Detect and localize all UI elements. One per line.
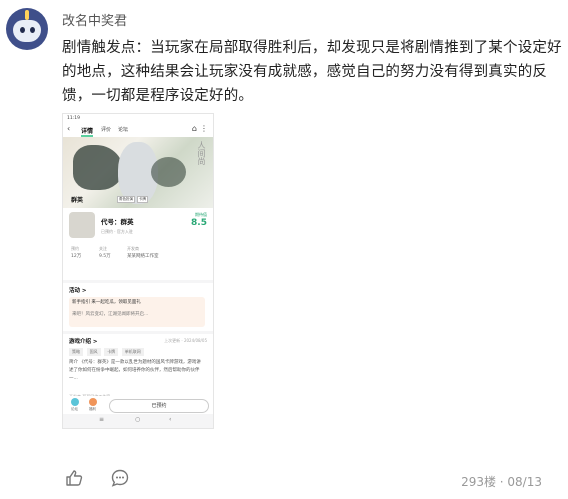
system-nav-bar: ≡ ○ ‹ bbox=[63, 414, 213, 428]
back-icon: ‹ bbox=[169, 416, 172, 423]
comment-bubble-icon[interactable] bbox=[110, 468, 132, 488]
intro-heading: 游戏介绍 > bbox=[69, 339, 98, 345]
intro-tags: 策略 国风 卡牌 单机联网 bbox=[69, 348, 146, 356]
intro-tag: 国风 bbox=[86, 348, 101, 356]
intro-section: 游戏介绍 > 上次更新 · 2024/08/05 策略 国风 卡牌 单机联网 简… bbox=[63, 334, 213, 404]
avatar-antenna bbox=[25, 10, 29, 20]
banner-title: 群英 bbox=[71, 197, 84, 204]
more-icon: ⋮ bbox=[200, 124, 208, 133]
tab-reviews: 评价 bbox=[101, 127, 112, 133]
game-sublabel: 已预约 · 官方入驻 bbox=[101, 229, 133, 234]
intro-tag: 策略 bbox=[69, 348, 83, 356]
phone-status-bar: 11:19 bbox=[63, 114, 213, 123]
banner-tag: 角色扮演 bbox=[117, 196, 135, 203]
tab-forum: 论坛 bbox=[118, 127, 129, 133]
post-body: 剧情触发点：当玩家在局部取得胜利后，却发现只是将剧情推到了某个设定好的地点，这种… bbox=[62, 40, 562, 104]
activity-section: 活动 > 新手指引 来一起吃瓜，领取见面礼 来吧！风云变幻，江湖见闻即将开启..… bbox=[63, 283, 213, 331]
floor-and-date: 293楼 · 08/13 bbox=[461, 475, 542, 489]
avatar-face bbox=[13, 20, 41, 42]
banner-calligraphy: 人间尚 bbox=[197, 141, 206, 165]
home-circle-icon: ○ bbox=[135, 416, 141, 423]
meta-label: 预约 bbox=[71, 246, 79, 251]
avatar-eye-left bbox=[20, 27, 25, 33]
menu-icon: ≡ bbox=[99, 416, 105, 423]
embedded-app-screenshot[interactable]: 11:19 ‹ 详情 评价 论坛 ⌂ ⋮ 人间尚 群英 角色扮演 卡牌 代号：群… bbox=[62, 113, 214, 429]
tab-details: 详情 bbox=[81, 128, 94, 137]
activity-line: 来吧！风云变幻，江湖见闻即将开启... bbox=[72, 312, 149, 317]
phone-bottom-bar: 论坛 福利 已预约 bbox=[63, 396, 213, 414]
gift-label: 福利 bbox=[89, 407, 96, 411]
activity-line: 新手指引 来一起吃瓜，领取见面礼 bbox=[72, 300, 141, 305]
thumbs-up-icon[interactable] bbox=[64, 468, 86, 488]
intro-description: 简介 《代号：群英》是一款以乱世为题材的国风卡牌游戏，游戏讲述了你如何在纷争中崛… bbox=[69, 360, 201, 381]
activity-heading: 活动 > bbox=[69, 288, 87, 294]
meta-value: 9.5万 bbox=[99, 254, 111, 259]
username[interactable]: 改名中奖君 bbox=[62, 10, 127, 29]
forum-label: 论坛 bbox=[71, 407, 78, 411]
game-name: 代号：群英 bbox=[101, 218, 134, 226]
banner-art-figure bbox=[151, 157, 186, 187]
score-value: 8.5 bbox=[191, 218, 207, 228]
home-icon: ⌂ bbox=[191, 124, 197, 133]
banner-tag: 卡牌 bbox=[137, 196, 148, 203]
meta-value: 12万 bbox=[71, 254, 82, 259]
avatar-eye-right bbox=[30, 27, 35, 33]
phone-time: 11:19 bbox=[67, 116, 80, 121]
user-avatar[interactable] bbox=[6, 8, 48, 50]
back-arrow-icon: ‹ bbox=[67, 124, 71, 133]
meta-value: 某某网络工作室 bbox=[127, 254, 159, 259]
thumbs-up-icon bbox=[66, 470, 83, 486]
phone-nav-bar: ‹ 详情 评价 论坛 ⌂ ⋮ bbox=[63, 123, 213, 137]
intro-date: 上次更新 · 2024/08/05 bbox=[164, 338, 207, 343]
banner-art-figure bbox=[73, 145, 123, 190]
game-banner: 人间尚 群英 角色扮演 卡牌 bbox=[63, 137, 213, 208]
forum-icon bbox=[71, 398, 79, 406]
reserved-button: 已预约 bbox=[109, 399, 209, 413]
gift-icon bbox=[89, 398, 97, 406]
meta-label: 关注 bbox=[99, 246, 107, 251]
game-icon bbox=[69, 212, 95, 238]
meta-label: 开发商 bbox=[127, 246, 139, 251]
intro-tag: 单机联网 bbox=[121, 348, 144, 356]
intro-tag: 卡牌 bbox=[104, 348, 119, 356]
comment-bubble-icon bbox=[111, 469, 129, 487]
game-info-card: 代号：群英 已预约 · 官方入驻 期待值 8.5 预约 关注 开发商 12万 9… bbox=[63, 208, 213, 280]
